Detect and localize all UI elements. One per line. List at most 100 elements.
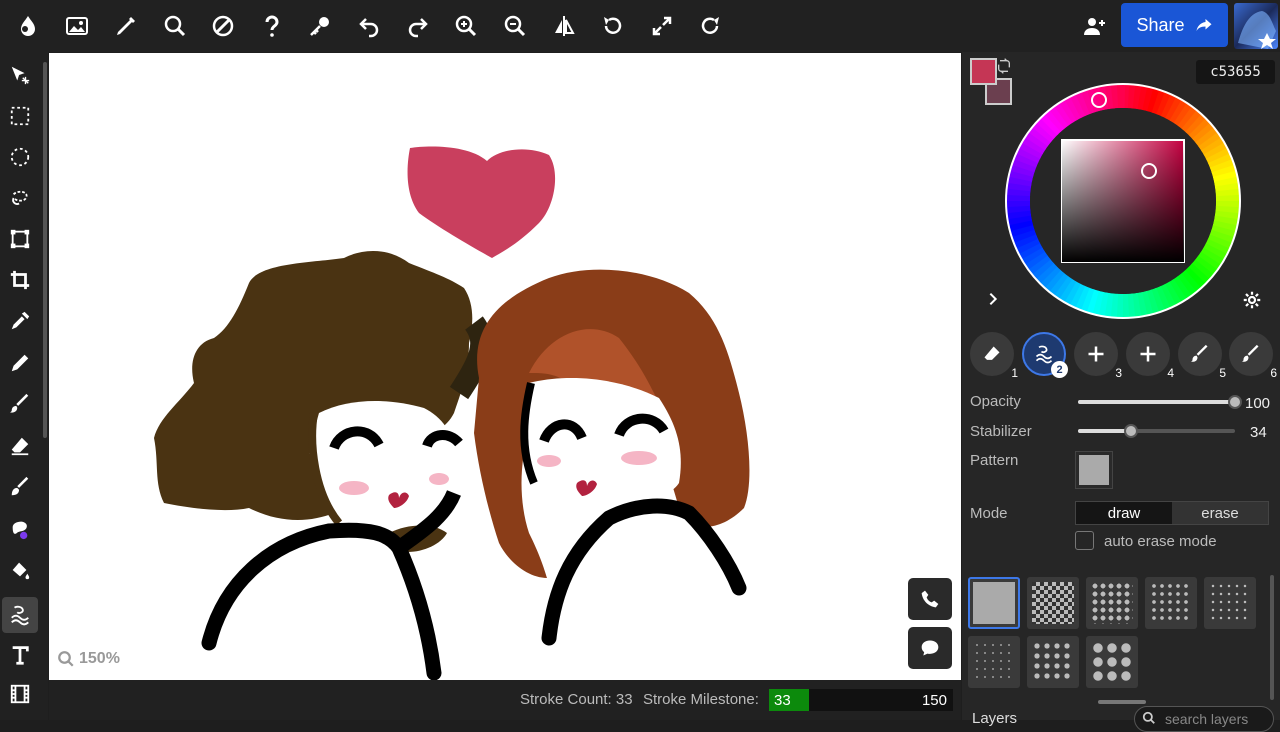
avatar[interactable] <box>1234 3 1278 49</box>
zoom-out-icon[interactable] <box>497 8 533 44</box>
help-icon[interactable] <box>254 8 290 44</box>
lasso-select-tool[interactable] <box>2 180 38 216</box>
panel-scrollbar[interactable] <box>1270 575 1274 700</box>
rotate-reset-icon[interactable] <box>692 8 728 44</box>
auto-erase-label: auto erase mode <box>1104 533 1217 550</box>
milestone-progress-bar: 33 150 <box>769 689 953 711</box>
move-tool[interactable] <box>2 57 38 93</box>
undo-icon[interactable] <box>351 8 387 44</box>
left-body <box>201 522 442 680</box>
hex-color-input[interactable]: c53655 <box>1196 60 1275 84</box>
fill-tool[interactable] <box>2 552 38 588</box>
opacity-label: Opacity <box>970 393 1021 410</box>
key-icon[interactable] <box>302 8 338 44</box>
image-icon[interactable] <box>59 8 95 44</box>
blend-tool[interactable] <box>2 469 38 505</box>
app-logo-icon[interactable] <box>10 8 46 44</box>
animation-tool[interactable] <box>2 676 38 712</box>
text-icon <box>12 646 29 665</box>
stabilizer-slider[interactable] <box>1078 424 1235 438</box>
toolbar-scrollbar[interactable] <box>43 62 47 438</box>
transform-tool[interactable] <box>2 221 38 257</box>
ellipse-select-tool[interactable] <box>2 139 38 175</box>
pattern-dots-tiny[interactable] <box>968 636 1020 688</box>
eyedropper-tool[interactable] <box>2 303 38 339</box>
zoom-in-icon[interactable] <box>448 8 484 44</box>
brush-slot-5[interactable]: 5 <box>1178 332 1226 380</box>
smudge-icon <box>12 521 28 540</box>
pattern-preview[interactable] <box>1075 451 1113 489</box>
stabilizer-label: Stabilizer <box>970 423 1032 440</box>
redo-icon[interactable] <box>400 8 436 44</box>
lasso-icon <box>12 190 28 205</box>
swap-colors-icon[interactable] <box>996 58 1012 74</box>
eraser-icon <box>11 437 29 456</box>
liquify-icon <box>11 605 29 626</box>
brush-slot-number: 4 <box>1167 366 1174 380</box>
add-user-icon[interactable] <box>1076 8 1112 44</box>
brush-slot-6[interactable]: 6 <box>1229 332 1277 380</box>
brush-slot-number: 2 <box>1051 361 1068 378</box>
brush-slot-1[interactable]: 1 <box>970 332 1018 380</box>
rect-select-tool[interactable] <box>2 98 38 134</box>
color-wheel[interactable] <box>1004 82 1242 320</box>
flip-icon[interactable] <box>546 8 582 44</box>
call-button[interactable] <box>908 578 952 620</box>
drawing-canvas[interactable] <box>49 53 961 680</box>
eraser-tool[interactable] <box>2 428 38 464</box>
opacity-slider-knob[interactable] <box>1228 395 1242 409</box>
paint-bucket-icon <box>12 562 30 580</box>
mode-erase-button[interactable]: erase <box>1172 502 1268 524</box>
pattern-dots-medium[interactable] <box>1145 577 1197 629</box>
chat-button[interactable] <box>908 627 952 669</box>
pattern-solid[interactable] <box>968 577 1020 629</box>
gear-icon[interactable] <box>1243 291 1261 309</box>
zoom-indicator[interactable]: 150% <box>57 650 120 668</box>
pattern-horizontal-scrollbar[interactable] <box>1098 700 1146 704</box>
chevron-right-icon[interactable] <box>985 291 1001 307</box>
share-button[interactable]: Share <box>1121 3 1228 47</box>
status-bar: Stroke Count: 33 Stroke Milestone: 33 15… <box>49 680 961 720</box>
brush-slot-3[interactable]: 3 <box>1074 332 1122 380</box>
pattern-checker[interactable] <box>1027 577 1079 629</box>
zoom-icon <box>58 651 74 667</box>
pattern-circles[interactable] <box>1086 636 1138 688</box>
primary-color-swatch[interactable] <box>970 58 997 85</box>
rotate-icon[interactable] <box>595 8 631 44</box>
brush-tool[interactable] <box>2 386 38 422</box>
brush-slot-number: 6 <box>1270 366 1277 380</box>
fullscreen-icon[interactable] <box>644 8 680 44</box>
brush-slot-2[interactable]: 2 <box>1022 332 1068 378</box>
search-icon <box>1142 711 1155 724</box>
stabilizer-value: 34 <box>1250 424 1267 441</box>
search-icon[interactable] <box>157 8 193 44</box>
mode-draw-button[interactable]: draw <box>1076 502 1172 524</box>
blend-icon <box>11 476 29 496</box>
smudge-tool[interactable] <box>2 511 38 547</box>
pencil-tool[interactable] <box>2 345 38 381</box>
pencil-icon[interactable] <box>108 8 144 44</box>
share-label: Share <box>1136 14 1185 35</box>
zoom-label: 150% <box>79 650 120 667</box>
pattern-stars[interactable] <box>1027 636 1079 688</box>
eyedropper-icon <box>11 311 30 330</box>
opacity-value: 100 <box>1245 395 1271 412</box>
brush-slot-icon <box>1241 344 1259 362</box>
plus-icon <box>1140 346 1156 362</box>
brush-slot-4[interactable]: 4 <box>1126 332 1174 380</box>
pattern-dots-small[interactable] <box>1204 577 1256 629</box>
liquify-tool[interactable] <box>2 597 38 633</box>
top-bar: Share <box>0 0 1280 52</box>
contrast-icon[interactable] <box>205 8 241 44</box>
opacity-slider[interactable] <box>1078 395 1242 409</box>
rect-select-icon <box>10 106 30 126</box>
auto-erase-checkbox[interactable] <box>1075 531 1094 550</box>
move-icon <box>11 66 30 85</box>
crop-tool[interactable] <box>2 262 38 298</box>
text-tool[interactable] <box>2 637 38 673</box>
milestone-max: 150 <box>921 692 947 709</box>
canvas-artwork <box>154 146 750 680</box>
tool-sidebar <box>0 52 48 720</box>
stabilizer-slider-fill <box>1078 429 1132 433</box>
pattern-dots-large[interactable] <box>1086 577 1138 629</box>
